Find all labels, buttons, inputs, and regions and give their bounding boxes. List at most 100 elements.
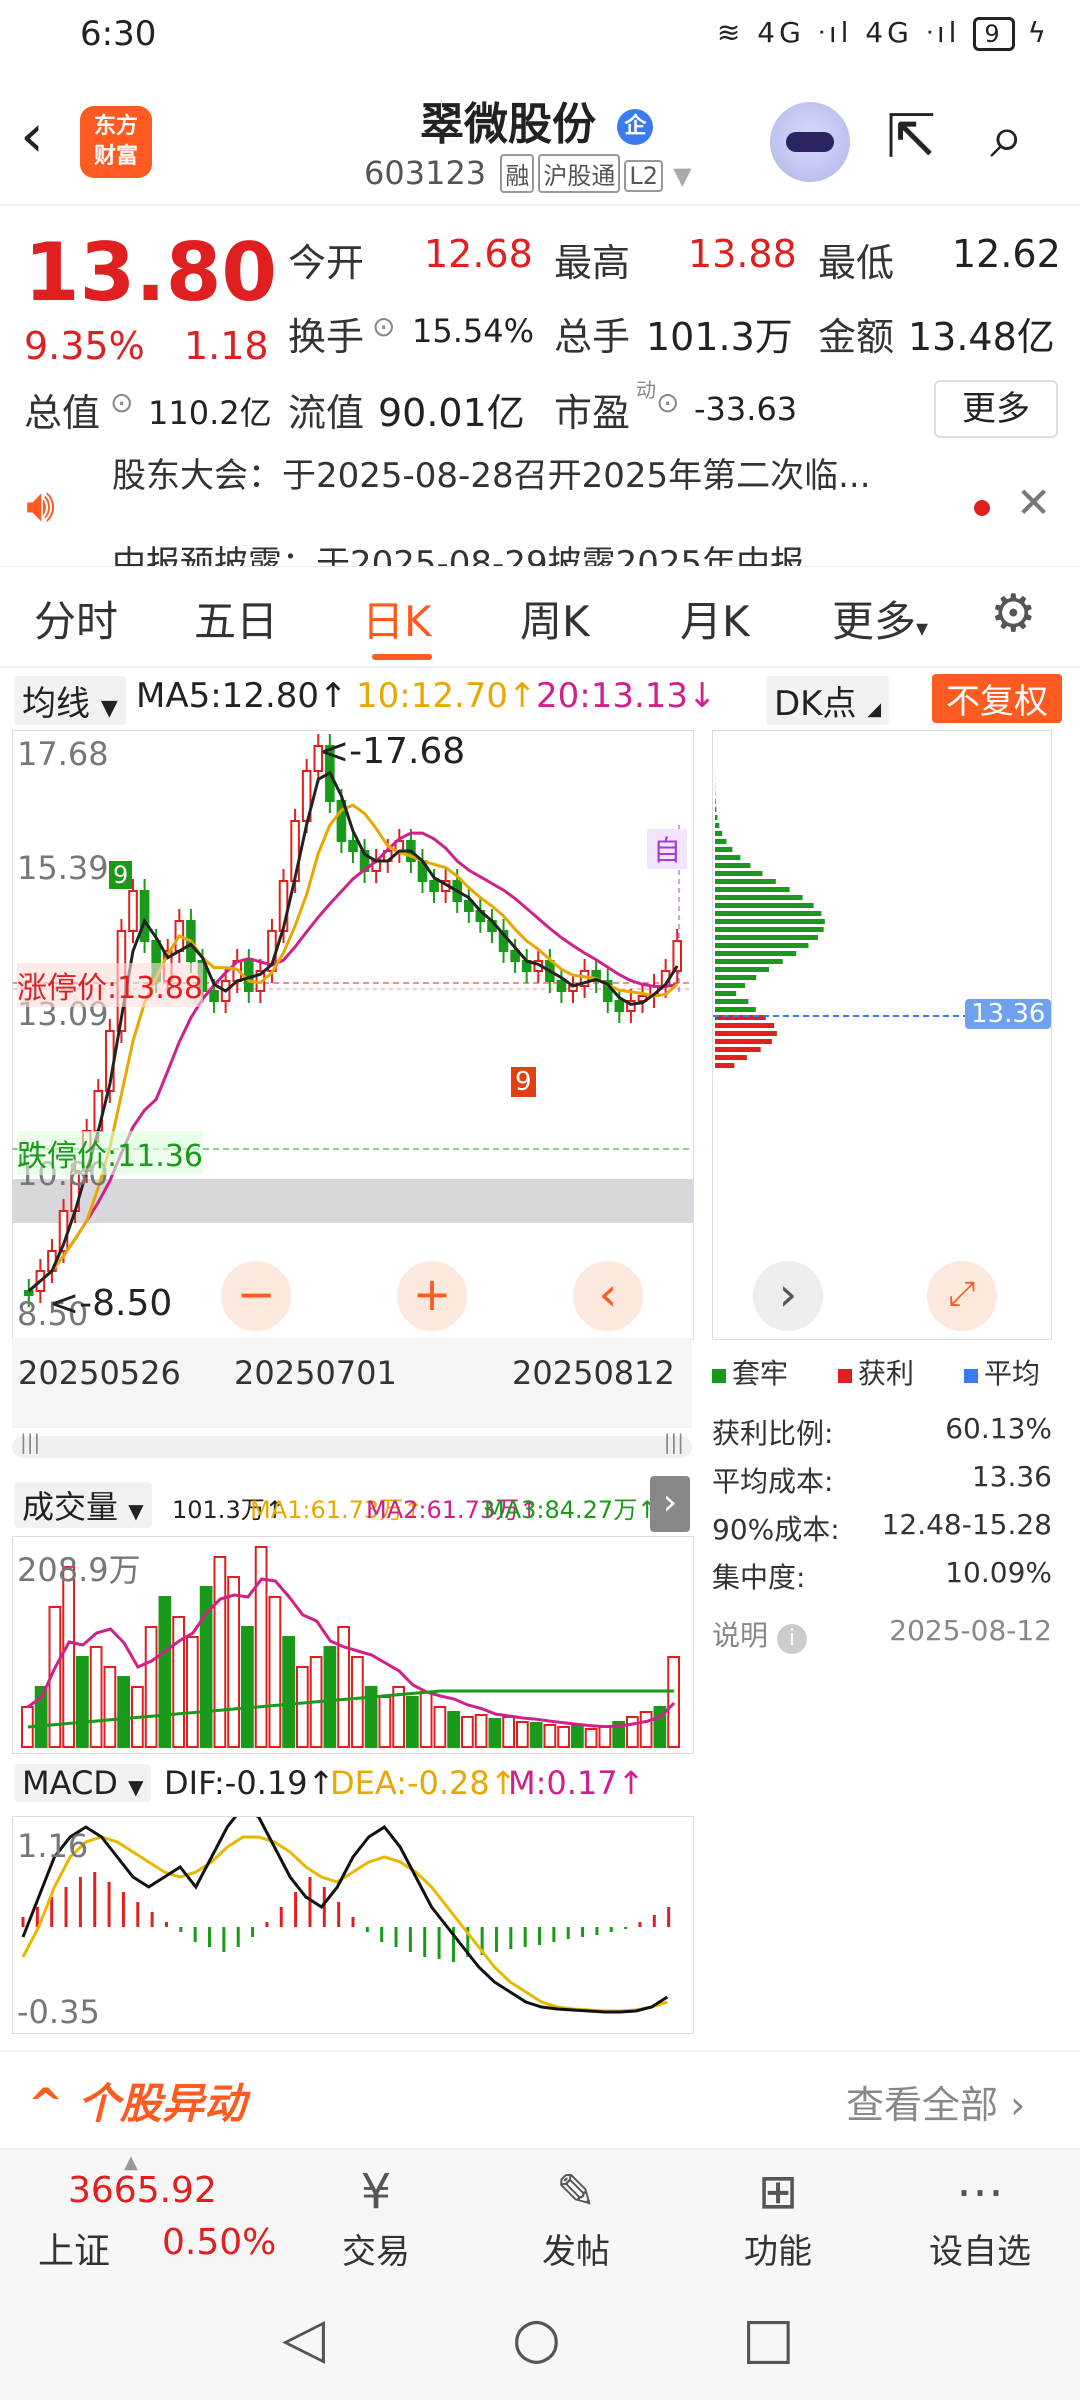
candle-body — [429, 880, 439, 892]
search-icon[interactable]: ⌕ — [990, 102, 1024, 172]
chip-bar — [715, 903, 814, 908]
chevron-right-icon[interactable]: › — [753, 1261, 823, 1331]
notice-text[interactable]: 股东大会：于2025-08-28召开2025年第二次临... — [112, 456, 871, 497]
zoom-out-button[interactable]: − — [221, 1261, 291, 1331]
volume-chart[interactable]: 208.9万 — [12, 1536, 694, 1754]
nav-recent-icon[interactable]: □ — [742, 2306, 795, 2371]
macd-select[interactable]: MACD ▼ — [14, 1764, 152, 1802]
volume-ma3: MA3:84.27万↑ — [484, 1496, 658, 1524]
volume-bar — [351, 1656, 364, 1748]
chip-row: 获利比例: 60.13% — [712, 1412, 1052, 1452]
volume-bar — [186, 1636, 199, 1748]
volume-bar — [406, 1696, 419, 1748]
volume-select-label: 成交量 — [22, 1488, 119, 1526]
scroll-handle-right[interactable]: ||| — [664, 1430, 684, 1454]
functions-button[interactable]: ⊞ 功能 — [718, 2160, 838, 2273]
volume-bar — [639, 1711, 653, 1748]
nav-back-icon[interactable]: ◁ — [282, 2306, 325, 2371]
candle-body — [556, 980, 567, 992]
chip-row: 90%成本: 12.48-15.28 — [712, 1508, 1052, 1548]
scroll-handle-left[interactable]: ||| — [20, 1430, 40, 1454]
trade-button[interactable]: ¥ 交易 — [316, 2160, 436, 2273]
volume-bar — [241, 1626, 254, 1748]
expand-icon[interactable]: ⤢ — [927, 1261, 997, 1331]
max-price-label: <-17.68 — [319, 731, 466, 772]
info-icon[interactable]: ⊙ — [372, 310, 395, 343]
app-logo[interactable]: 东方 财富 — [80, 106, 152, 178]
kline-chart[interactable]: 17.68 15.39 13.09 10.80 8.50 <-17.68 <-8… — [12, 730, 694, 1340]
chip-row-value: 10.09% — [945, 1556, 1052, 1589]
tab-daily-k[interactable]: 日K — [362, 588, 432, 649]
legend-label: 平均 — [984, 1357, 1041, 1390]
info-icon[interactable]: ⊙ — [656, 386, 679, 419]
dropdown-icon: ▼ — [128, 1775, 144, 1799]
close-icon[interactable]: ✕ — [1016, 478, 1051, 527]
candle-body — [209, 990, 219, 1002]
stock-movers-bar[interactable]: ^ 个股异动 查看全部 › — [0, 2050, 1080, 2142]
dropdown-icon: ▾ — [916, 614, 929, 642]
assistant-robot-icon[interactable] — [770, 102, 850, 182]
volume-select[interactable]: 成交量 ▼ — [14, 1482, 152, 1528]
more-button[interactable]: 更多 — [934, 380, 1058, 438]
view-all-label: 查看全部 — [846, 2083, 999, 2127]
notice-text-next[interactable]: 中报预披露：于2025-08-29披露2025年中报 — [112, 536, 804, 566]
tab-intraday[interactable]: 分时 — [34, 588, 118, 649]
tab-five-day[interactable]: 五日 — [194, 588, 278, 649]
stock-code-row[interactable]: 603123 融沪股通 L2 ▼ — [364, 154, 692, 193]
chip-bar — [715, 919, 825, 924]
indicator-select[interactable]: 均线 ▼ — [14, 676, 126, 725]
zoom-in-button[interactable]: + — [397, 1261, 467, 1331]
notice-bar[interactable]: 🔊︎ 股东大会：于2025-08-28召开2025年第二次临... 中报预披露：… — [0, 456, 1080, 567]
logo-text-bottom: 财富 — [93, 144, 138, 169]
chip-distribution[interactable]: 13.36 › ⤢ — [712, 730, 1052, 1340]
y-label-top: 17.68 — [17, 735, 109, 773]
macd-chart[interactable]: 1.16 -0.35 — [12, 1816, 694, 2034]
chip-bar — [715, 1063, 735, 1068]
quote-panel: 13.80 9.35% 1.18 今开 12.68 最高 13.88 最低 12… — [0, 206, 1080, 456]
period-tabs: 分时 五日 日K 周K 月K 更多▾ ⚙ — [0, 566, 1080, 668]
info-icon[interactable]: i — [776, 1624, 807, 1654]
chip-bar — [715, 1007, 756, 1012]
range-scrollbar[interactable]: ||| ||| — [12, 1430, 692, 1458]
min-price-label: <-8.50 — [49, 1283, 173, 1324]
legend-label: 套牢 — [732, 1357, 789, 1390]
chevron-up-icon: ^ — [28, 2079, 64, 2128]
view-all-link[interactable]: 查看全部 › — [846, 2074, 1025, 2129]
index-ticker[interactable]: ▲ 3665.92 上证 0.50% — [20, 2152, 280, 2272]
chip-bar — [715, 879, 776, 884]
share-icon[interactable]: ⇱ — [886, 102, 936, 172]
tab-monthly-k[interactable]: 月K — [680, 588, 750, 649]
volume-bar — [103, 1666, 117, 1748]
tab-more[interactable]: 更多▾ — [832, 588, 928, 649]
nav-home-icon[interactable]: ○ — [512, 2306, 561, 2371]
chip-bar — [715, 999, 749, 1004]
volume-label: 总手 — [554, 315, 631, 359]
chip-bar — [715, 1047, 761, 1052]
volume-bar — [282, 1636, 295, 1748]
limit-down-label: 跌停价:11.36 — [17, 1131, 203, 1175]
tab-weekly-k[interactable]: 周K — [520, 588, 590, 649]
adjust-button[interactable]: 不复权 — [932, 674, 1062, 723]
add-watchlist-button[interactable]: ⋯ 设自选 — [920, 2160, 1040, 2273]
chevron-right-icon[interactable]: › — [650, 1476, 690, 1532]
back-icon[interactable]: ‹ — [20, 106, 44, 166]
chip-row-value: 60.13% — [945, 1412, 1052, 1445]
volume-bar — [76, 1656, 89, 1748]
info-icon[interactable]: ⊙ — [110, 386, 133, 419]
chip-bar — [715, 823, 720, 828]
chip-row-label: 90%成本: — [712, 1513, 840, 1546]
chip-bars — [715, 751, 825, 1132]
post-button[interactable]: ✎ 发帖 — [516, 2160, 636, 2273]
gray-band — [13, 1179, 693, 1223]
gear-icon[interactable]: ⚙ — [990, 584, 1037, 644]
chip-bar — [715, 807, 717, 812]
pan-left-button[interactable]: ‹ — [573, 1261, 643, 1331]
dk-select[interactable]: DK点 ◢ — [766, 676, 890, 725]
chip-note-row[interactable]: 说明 i 2025-08-12 — [712, 1614, 1052, 1654]
pe-value: -33.63 — [694, 390, 798, 428]
enterprise-badge-icon: 企 — [617, 109, 654, 145]
chip-bar — [715, 847, 733, 852]
volume-bar — [268, 1596, 282, 1748]
dropdown-icon[interactable]: ▼ — [673, 162, 691, 190]
legend-trapped: 套牢 — [712, 1352, 788, 1392]
